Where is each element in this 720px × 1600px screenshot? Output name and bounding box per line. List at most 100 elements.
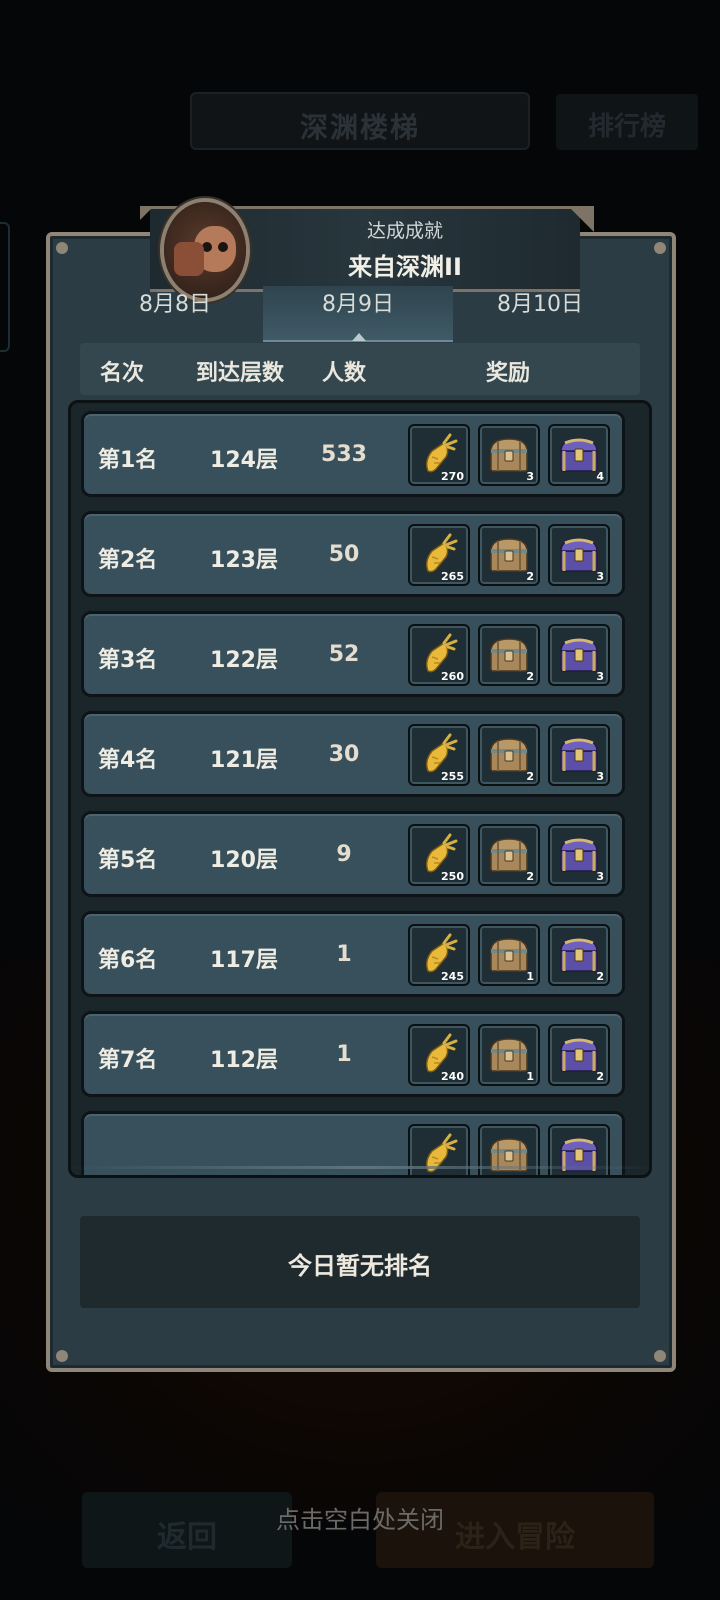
player-count: 1 bbox=[336, 1042, 352, 1067]
reward-slot[interactable]: 1 bbox=[478, 924, 540, 986]
reward-quantity: 3 bbox=[596, 570, 604, 583]
active-tab-caret-icon bbox=[352, 333, 366, 341]
rank-row[interactable]: 第5名 120层 9 250 2 3 bbox=[81, 811, 625, 897]
tab-date-2-label: 8月9日 bbox=[322, 292, 394, 317]
reward-quantity: 2 bbox=[526, 770, 534, 783]
banner-wing-left bbox=[140, 206, 154, 220]
player-count: 1 bbox=[336, 942, 352, 967]
reward-quantity: 245 bbox=[441, 970, 464, 983]
reward-slot[interactable]: 250 bbox=[408, 824, 470, 886]
player-count: 50 bbox=[328, 542, 360, 567]
reward-quantity: 260 bbox=[441, 670, 464, 683]
reward-slot[interactable]: 2 bbox=[548, 1024, 610, 1086]
reward-quantity: 4 bbox=[596, 470, 604, 483]
rank-label: 第3名 bbox=[98, 648, 158, 673]
reward-quantity: 255 bbox=[441, 770, 464, 783]
floor-label: 117层 bbox=[210, 948, 278, 973]
tab-date-3-label: 8月10日 bbox=[497, 292, 583, 317]
reward-quantity: 1 bbox=[526, 1070, 534, 1083]
avatar-eye bbox=[218, 242, 228, 252]
reward-slot[interactable]: 255 bbox=[408, 724, 470, 786]
rank-label: 第6名 bbox=[98, 948, 158, 973]
achievement-name: 来自深渊II bbox=[348, 253, 462, 281]
floor-label: 124层 bbox=[210, 448, 278, 473]
floor-label: 120层 bbox=[210, 848, 278, 873]
player-count: 52 bbox=[328, 642, 360, 667]
header-floor: 到达层数 bbox=[196, 361, 285, 386]
rank-row[interactable]: 第2名 123层 50 265 2 3 bbox=[81, 511, 625, 597]
player-count: 533 bbox=[321, 442, 367, 467]
reward-slot[interactable]: 265 bbox=[408, 524, 470, 586]
reward-quantity: 3 bbox=[596, 770, 604, 783]
reward-slot[interactable]: 1 bbox=[478, 1024, 540, 1086]
reward-slot[interactable] bbox=[478, 1124, 540, 1175]
reward-quantity: 270 bbox=[441, 470, 464, 483]
reward-slot[interactable]: 2 bbox=[478, 624, 540, 686]
reward-slot[interactable]: 3 bbox=[548, 624, 610, 686]
reward-slot[interactable]: 3 bbox=[548, 524, 610, 586]
rank-list[interactable]: 第1名 124层 533 270 3 4 第2名 123层 50 265 2 3… bbox=[68, 400, 652, 1178]
floor-label: 121层 bbox=[210, 748, 278, 773]
my-rank-text: 今日暂无排名 bbox=[288, 1252, 432, 1280]
background-leaderboard-button: 排行榜 bbox=[556, 94, 698, 150]
achievement-label: 达成成就 bbox=[366, 220, 443, 242]
rank-row[interactable]: 第4名 121层 30 255 2 3 bbox=[81, 711, 625, 797]
table-header: 名次 到达层数 人数 奖励 bbox=[80, 343, 640, 395]
reward-quantity: 2 bbox=[596, 970, 604, 983]
reward-quantity: 1 bbox=[526, 970, 534, 983]
tab-date-3[interactable]: 8月10日 bbox=[485, 286, 595, 342]
rank-row[interactable]: 第1名 124层 533 270 3 4 bbox=[81, 411, 625, 497]
rank-row[interactable]: 第7名 112层 1 240 1 2 bbox=[81, 1011, 625, 1097]
reward-quantity: 2 bbox=[526, 570, 534, 583]
reward-quantity: 250 bbox=[441, 870, 464, 883]
reward-slot[interactable]: 270 bbox=[408, 424, 470, 486]
reward-quantity: 3 bbox=[596, 870, 604, 883]
reward-quantity: 2 bbox=[526, 870, 534, 883]
panel-corner-rivet bbox=[654, 1350, 666, 1362]
floor-label: 112层 bbox=[210, 1048, 278, 1073]
floor-label: 123层 bbox=[210, 548, 278, 573]
reward-slot[interactable]: 245 bbox=[408, 924, 470, 986]
background-title-bar: 深渊楼梯 bbox=[190, 92, 530, 150]
reward-quantity: 3 bbox=[596, 670, 604, 683]
reward-slot[interactable]: 4 bbox=[548, 424, 610, 486]
panel-corner-rivet bbox=[56, 242, 68, 254]
list-divider bbox=[70, 1166, 652, 1169]
reward-slot[interactable]: 2 bbox=[478, 524, 540, 586]
avatar-fist bbox=[174, 242, 204, 276]
my-rank-box: 今日暂无排名 bbox=[80, 1216, 640, 1308]
banner-wing-right bbox=[568, 206, 594, 232]
player-count: 9 bbox=[336, 842, 352, 867]
close-hint[interactable]: 点击空白处关闭 bbox=[0, 1500, 720, 1535]
reward-slot[interactable] bbox=[408, 1124, 470, 1175]
header-reward: 奖励 bbox=[486, 361, 531, 386]
reward-slot[interactable]: 2 bbox=[478, 724, 540, 786]
player-count: 30 bbox=[328, 742, 360, 767]
reward-slot[interactable]: 240 bbox=[408, 1024, 470, 1086]
rank-label: 第7名 bbox=[98, 1048, 158, 1073]
floor-label: 122层 bbox=[210, 648, 278, 673]
tab-date-1[interactable]: 8月8日 bbox=[120, 286, 230, 342]
reward-slot[interactable] bbox=[548, 1124, 610, 1175]
reward-quantity: 2 bbox=[596, 1070, 604, 1083]
reward-slot[interactable]: 2 bbox=[548, 924, 610, 986]
reward-quantity: 2 bbox=[526, 670, 534, 683]
reward-slot[interactable]: 3 bbox=[548, 724, 610, 786]
reward-slot[interactable]: 3 bbox=[478, 424, 540, 486]
header-count: 人数 bbox=[322, 361, 367, 386]
reward-slot[interactable]: 260 bbox=[408, 624, 470, 686]
reward-quantity: 240 bbox=[441, 1070, 464, 1083]
tab-date-1-label: 8月8日 bbox=[139, 292, 211, 317]
rank-label: 第1名 bbox=[98, 448, 158, 473]
rank-row[interactable]: 第3名 122层 52 260 2 3 bbox=[81, 611, 625, 697]
rank-row[interactable]: 第6名 117层 1 245 1 2 bbox=[81, 911, 625, 997]
reward-quantity: 3 bbox=[526, 470, 534, 483]
background-leaderboard-label: 排行榜 bbox=[587, 112, 666, 142]
header-rank: 名次 bbox=[100, 361, 145, 386]
panel-corner-rivet bbox=[56, 1350, 68, 1362]
reward-slot[interactable]: 3 bbox=[548, 824, 610, 886]
background-side-tab bbox=[0, 222, 10, 352]
background-title: 深渊楼梯 bbox=[299, 111, 420, 144]
reward-slot[interactable]: 2 bbox=[478, 824, 540, 886]
panel-corner-rivet bbox=[654, 242, 666, 254]
